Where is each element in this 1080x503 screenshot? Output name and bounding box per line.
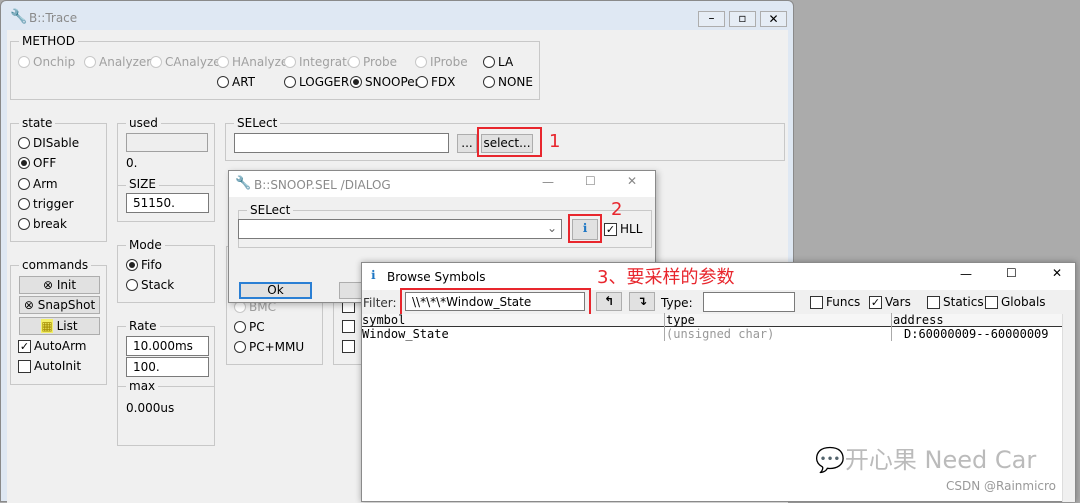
radio-disable[interactable]: DISable xyxy=(18,136,79,150)
option-checkbox-3[interactable] xyxy=(342,340,355,353)
mode-group: Mode xyxy=(117,238,215,303)
credit: CSDN @Rainmicro xyxy=(946,479,1057,493)
globals-checkbox[interactable]: Globals xyxy=(985,295,1046,309)
maximize-button[interactable]: ☐ xyxy=(585,174,596,188)
up-button[interactable]: ↰ xyxy=(596,292,622,311)
used-bar xyxy=(126,133,208,152)
close-button[interactable]: ✕ xyxy=(760,11,787,27)
max-value: 0.000us xyxy=(126,401,175,415)
autoarm-checkbox[interactable]: ✓ AutoArm xyxy=(18,339,86,353)
radio-probe[interactable]: Probe xyxy=(348,55,397,69)
annotation-box-3 xyxy=(400,288,591,316)
filter-label: Filter: xyxy=(363,296,397,310)
dialog-title: B::SNOOP.SEL /DIALOG xyxy=(254,178,391,192)
radio-none[interactable]: NONE xyxy=(483,75,533,89)
address-cell: D:60000009--60000009 xyxy=(891,327,1049,341)
vars-checkbox[interactable]: ✓ Vars xyxy=(869,295,911,309)
vertical-scrollbar[interactable] xyxy=(1062,314,1075,502)
hll-checkbox[interactable]: ✓ HLL xyxy=(604,222,642,236)
radio-arm[interactable]: Arm xyxy=(18,177,58,191)
radio-pc-mmu[interactable]: PC+MMU xyxy=(234,340,304,354)
radio-break[interactable]: break xyxy=(18,217,67,231)
type-field[interactable] xyxy=(703,292,795,312)
maximize-button[interactable]: ☐ xyxy=(1006,266,1017,280)
radio-snooper[interactable]: SNOOPer xyxy=(350,75,420,89)
radio-onchip[interactable]: Onchip xyxy=(18,55,75,69)
select-field[interactable] xyxy=(234,133,449,153)
annotation-box-1 xyxy=(477,127,542,157)
option-checkbox-2[interactable] xyxy=(342,320,355,333)
column-type[interactable]: type xyxy=(664,313,695,327)
chevron-down-icon: ⌄ xyxy=(546,221,557,235)
minimize-button[interactable]: – xyxy=(698,11,725,27)
funcs-checkbox[interactable]: Funcs xyxy=(810,295,860,309)
ok-button[interactable]: Ok xyxy=(239,282,312,299)
type-label: Type: xyxy=(661,296,693,310)
radio-fdx[interactable]: FDX xyxy=(416,75,455,89)
radio-off[interactable]: OFF xyxy=(18,156,56,170)
radio-canalyzer[interactable]: CAnalyzer xyxy=(150,55,226,69)
radio-pc[interactable]: PC xyxy=(234,320,265,334)
close-button[interactable]: ✕ xyxy=(1052,266,1062,280)
type-cell: (unsigned char) xyxy=(664,327,775,341)
radio-trigger[interactable]: trigger xyxy=(18,197,74,211)
radio-analyzer[interactable]: Analyzer xyxy=(84,55,151,69)
info-icon: ℹ xyxy=(371,268,376,282)
radio-hanalyzer[interactable]: HAnalyzer xyxy=(217,55,293,69)
snapshot-button[interactable]: ⊗ SnapShot xyxy=(19,296,100,314)
browse-dots-button[interactable]: ... xyxy=(457,134,477,153)
dialog-titlebar[interactable]: 🔧 B::SNOOP.SEL /DIALOG — ☐ ✕ xyxy=(229,171,655,197)
wechat-icon: 💬 xyxy=(815,446,845,474)
annotation-3: 3、要采样的参数 xyxy=(597,267,735,288)
rate-field[interactable]: 10.000ms xyxy=(126,336,209,356)
annotation-2: 2 xyxy=(611,199,623,220)
autoinit-checkbox[interactable]: AutoInit xyxy=(18,359,81,373)
size-label: SIZE xyxy=(126,177,159,191)
wrench-icon: 🔧 xyxy=(235,176,252,191)
wrench-icon: 🔧 xyxy=(10,9,28,25)
radio-art[interactable]: ART xyxy=(217,75,255,89)
trace-titlebar[interactable]: 🔧 B::Trace – ▫ ✕ xyxy=(1,1,793,31)
close-button[interactable]: ✕ xyxy=(627,174,637,188)
browse-title: Browse Symbols xyxy=(387,270,486,284)
annotation-1: 1 xyxy=(549,131,561,152)
symbol-table-header xyxy=(362,314,1062,327)
annotation-box-2 xyxy=(568,214,602,243)
method-label: METHOD xyxy=(19,34,78,48)
size-field[interactable]: 51150. xyxy=(126,193,209,213)
init-button[interactable]: ⊗ Init xyxy=(19,276,100,294)
down-button[interactable]: ↴ xyxy=(629,292,655,311)
radio-logger[interactable]: LOGGER xyxy=(284,75,349,89)
statics-checkbox[interactable]: Statics xyxy=(927,295,984,309)
max-label: max xyxy=(126,379,159,393)
maximize-button[interactable]: ▫ xyxy=(729,11,756,27)
dialog-select-combo[interactable]: ⌄ xyxy=(238,219,562,239)
table-row[interactable]: Window_State (unsigned char) D:60000009-… xyxy=(362,327,1062,341)
watermark: 💬开心果 Need Car xyxy=(815,446,1037,474)
radio-fifo[interactable]: Fifo xyxy=(126,258,162,272)
used-value: 0. xyxy=(126,156,138,170)
list-button[interactable]: ▦ List xyxy=(19,317,100,335)
rate-count-field[interactable]: 100. xyxy=(126,357,209,377)
minimize-button[interactable]: — xyxy=(542,175,554,189)
column-address[interactable]: address xyxy=(891,313,944,327)
method-group: METHOD xyxy=(10,34,540,100)
symbol-cell: Window_State xyxy=(362,327,449,341)
window-title: B::Trace xyxy=(29,11,78,25)
list-icon: ▦ xyxy=(41,319,53,333)
radio-la[interactable]: LA xyxy=(483,55,513,69)
column-symbol[interactable]: symbol xyxy=(362,313,405,327)
radio-stack[interactable]: Stack xyxy=(126,278,174,292)
radio-iprobe[interactable]: IProbe xyxy=(415,55,468,69)
minimize-button[interactable]: — xyxy=(960,267,972,281)
